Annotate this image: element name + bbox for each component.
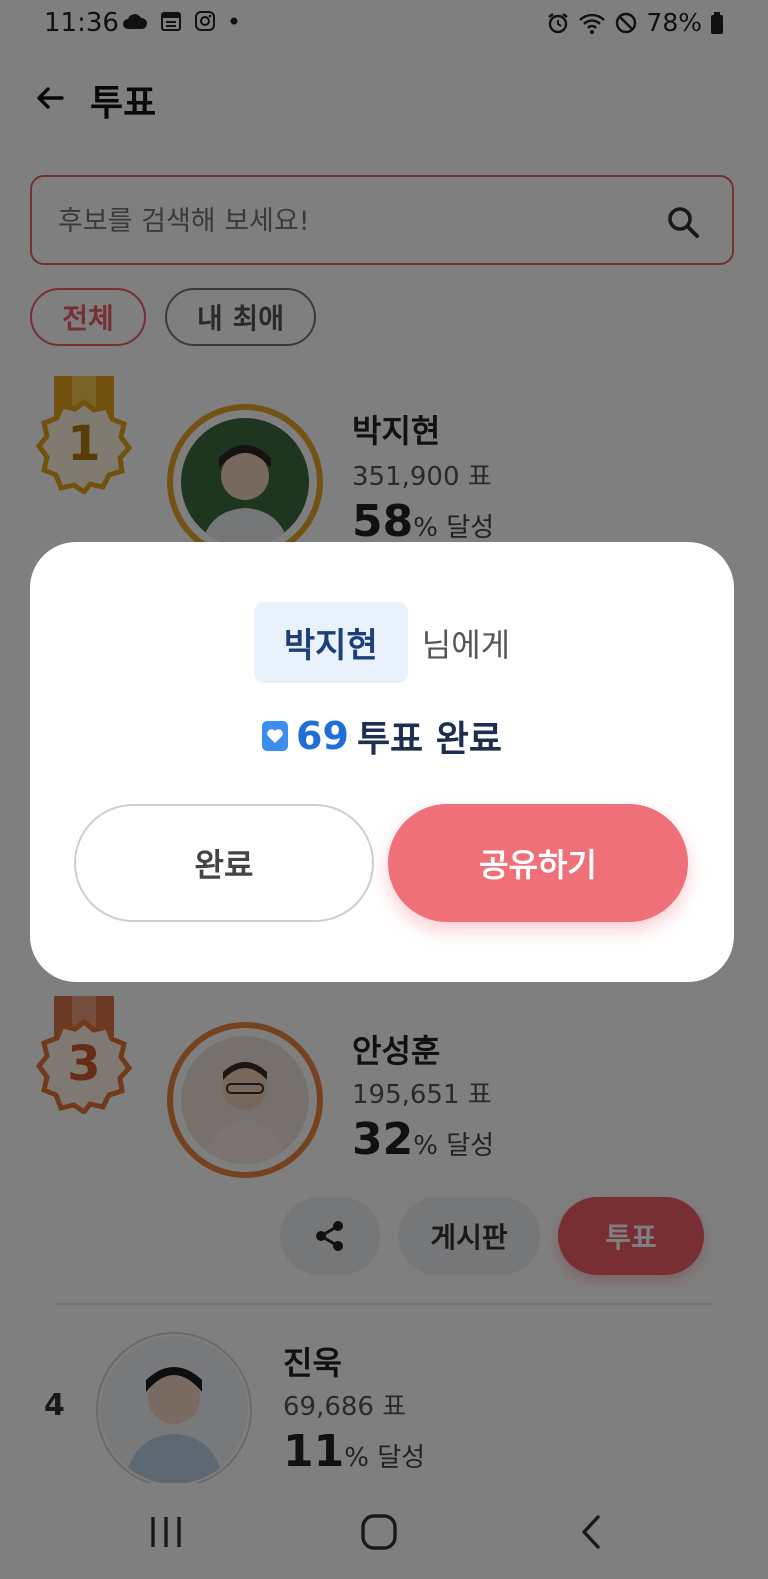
- share-button[interactable]: 공유하기: [388, 804, 688, 922]
- heart-icon: [262, 721, 289, 751]
- vote-count: 69: [296, 714, 349, 758]
- recipient-name: 박지현: [253, 602, 408, 683]
- vote-complete-dialog: 박지현 님에게 69 투표 완료 완료 공유하기: [30, 542, 734, 982]
- recipient-row: 박지현 님에게: [30, 602, 734, 683]
- recipient-suffix: 님에게: [421, 625, 511, 664]
- app-screen: 11:36 78% 투표 전체 내 최애 1: [0, 0, 768, 1579]
- done-button[interactable]: 완료: [74, 804, 374, 922]
- vote-done-text: 투표 완료: [356, 719, 502, 760]
- vote-done-row: 69 투표 완료: [30, 710, 734, 762]
